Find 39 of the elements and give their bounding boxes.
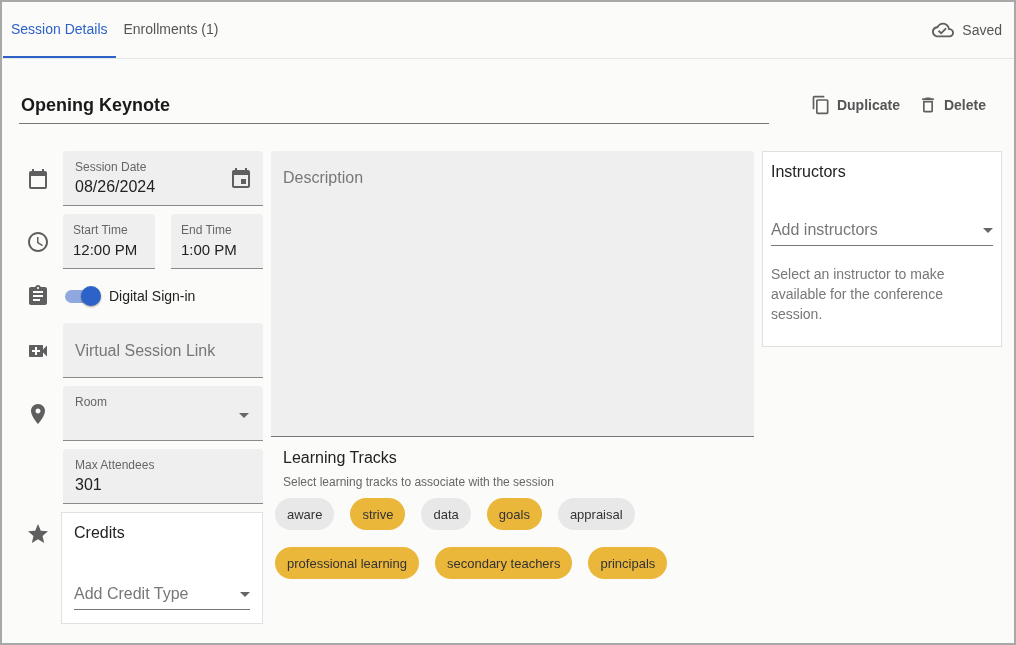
session-date-field[interactable]: Session Date 08/26/2024 <box>63 151 263 206</box>
credits-title: Credits <box>74 524 126 542</box>
track-chip[interactable]: principals <box>588 547 668 579</box>
save-status: Saved <box>962 22 1002 38</box>
instructor-select[interactable]: Add instructors <box>770 221 993 246</box>
calendar-icon <box>229 167 253 191</box>
helper-text: Select learning tracks to associate with the session <box>283 475 555 489</box>
copy-icon <box>810 95 831 115</box>
track-chip[interactable]: secondary teachers <box>434 547 573 579</box>
track-chip[interactable]: data <box>421 498 471 530</box>
track-chip[interactable]: goals <box>486 498 542 530</box>
star-icon <box>26 522 50 546</box>
track-chip[interactable]: aware <box>275 498 335 530</box>
start-time-field[interactable]: Start Time 12:00 PM <box>63 214 155 269</box>
dropdown-caret-icon <box>240 591 250 597</box>
end-time-field[interactable]: End Time 1:00 PM <box>171 214 263 269</box>
dropdown-caret-icon <box>239 413 249 418</box>
virtual-link-field[interactable]: Virtual Session Link <box>63 323 263 378</box>
delete-button[interactable]: Delete <box>917 95 986 115</box>
clipboard-icon <box>26 284 50 308</box>
track-chip[interactable]: appraisal <box>557 498 635 530</box>
track-chip[interactable]: strive <box>350 498 406 530</box>
dropdown-caret-icon <box>983 227 993 233</box>
max-attendees-field[interactable]: Max Attendees 301 <box>63 449 263 504</box>
description-field[interactable]: Description <box>271 151 754 437</box>
helper-text: Select an instructor to make available for the conference session. <box>770 265 946 324</box>
tab[interactable]: Enrollments (1) <box>115 2 227 58</box>
session-title-field[interactable]: Opening Keynote <box>19 91 769 124</box>
clock-icon <box>26 229 50 254</box>
toggle-switch[interactable] <box>63 285 101 307</box>
track-chip[interactable]: professional learning <box>275 547 419 579</box>
duplicate-button[interactable]: Duplicate <box>810 95 900 115</box>
tab[interactable]: Session Details <box>3 2 116 58</box>
section-title: Learning Tracks <box>283 449 398 467</box>
calendar-icon <box>26 166 50 191</box>
instructors-title: Instructors <box>770 163 847 181</box>
room-select[interactable]: Room <box>63 386 263 441</box>
toggle-label: Digital Sign-in <box>109 288 196 304</box>
credit-type-select[interactable]: Add Credit Type <box>74 585 250 610</box>
